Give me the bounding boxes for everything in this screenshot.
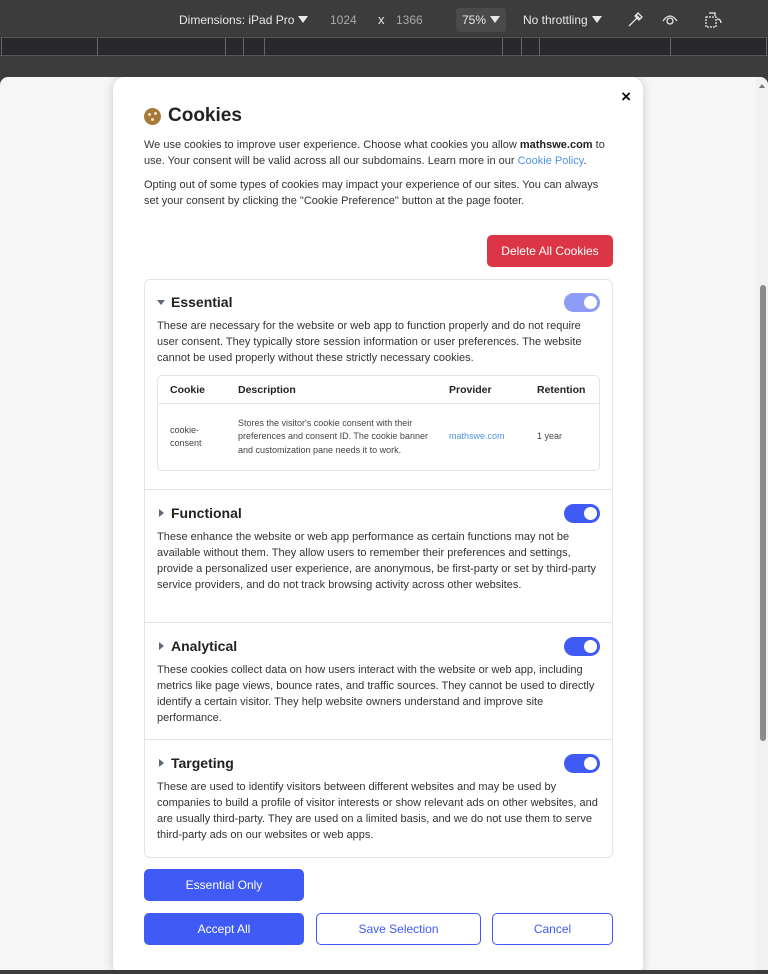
category-description: These are necessary for the website or w… — [157, 320, 582, 364]
category-functional: Functional These enhance the website or … — [145, 490, 612, 623]
column-header-provider: Provider — [449, 383, 492, 396]
width-input[interactable]: 1024 — [330, 0, 357, 37]
category-description: These are used to identify visitors betw… — [157, 781, 598, 841]
category-analytical: Analytical These cookies collect data on… — [145, 623, 612, 740]
category-header-targeting[interactable]: Targeting — [157, 751, 600, 775]
devtools-bottom-border — [0, 970, 768, 974]
times-sign: x — [378, 12, 385, 27]
device-viewport: × Cookies We use cookies to improve user… — [0, 77, 768, 970]
modal-title: Cookies — [144, 105, 242, 127]
toggle-essential[interactable] — [564, 293, 600, 312]
zoom-label: 75% — [462, 13, 487, 27]
page-scrollbar[interactable] — [756, 77, 768, 970]
column-header-description: Description — [238, 383, 296, 396]
intro-paragraph-2: Opting out of some types of cookies may … — [144, 179, 599, 207]
intro-text: We use cookies to improve user experienc… — [144, 137, 614, 209]
category-name: Functional — [171, 505, 242, 521]
category-header-functional[interactable]: Functional — [157, 501, 600, 525]
cell-retention: 1 year — [537, 431, 563, 442]
cell-description: Stores the visitor's cookie consent with… — [238, 417, 428, 455]
accept-all-button[interactable]: Accept All — [144, 913, 304, 945]
cell-cookie: cookie-consent — [170, 424, 202, 449]
category-description: These cookies collect data on how users … — [157, 664, 595, 724]
caret-right-icon — [159, 642, 164, 650]
intro-text-part: . — [583, 155, 587, 167]
toggle-analytical[interactable] — [564, 637, 600, 656]
toggle-targeting[interactable] — [564, 754, 600, 773]
dropdown-arrow-icon — [490, 16, 501, 23]
modal-title-text: Cookies — [168, 105, 242, 126]
intro-paragraph-1: We use cookies to improve user experienc… — [144, 137, 614, 169]
dimensions-label: Dimensions: iPad Pro — [179, 13, 295, 27]
throttling-label: No throttling — [523, 13, 588, 27]
cookie-policy-link[interactable]: Cookie Policy — [518, 155, 584, 167]
category-header-essential[interactable]: Essential — [157, 290, 600, 314]
dropdown-arrow-icon — [298, 16, 309, 23]
cookie-preferences-modal: × Cookies We use cookies to improve user… — [113, 77, 643, 970]
scroll-up-arrow-icon[interactable] — [759, 84, 765, 88]
media-query-ruler[interactable] — [0, 37, 768, 56]
category-description: These enhance the website or web app per… — [157, 531, 596, 591]
category-name: Targeting — [171, 755, 234, 771]
cookie-categories-panel: Essential These are necessary for the we… — [144, 279, 613, 858]
table-header: Cookie Description Provider Retention — [158, 376, 599, 404]
category-essential: Essential These are necessary for the we… — [145, 280, 612, 490]
device-toolbar: Dimensions: iPad Pro 1024 x 1366 75% No … — [0, 0, 768, 37]
intro-text-part: We use cookies to improve user experienc… — [144, 139, 520, 151]
cookie-table: Cookie Description Provider Retention co… — [157, 375, 600, 471]
vision-deficiency-icon[interactable] — [661, 11, 679, 27]
dropdown-arrow-icon — [591, 16, 602, 23]
delete-all-cookies-button[interactable]: Delete All Cookies — [487, 235, 613, 267]
throttling-select[interactable]: No throttling — [523, 0, 602, 37]
dimensions-select[interactable]: Dimensions: iPad Pro — [179, 0, 309, 37]
close-button[interactable]: × — [621, 87, 631, 107]
height-input[interactable]: 1366 — [396, 0, 423, 37]
toggle-functional[interactable] — [564, 504, 600, 523]
cancel-button[interactable]: Cancel — [492, 913, 613, 945]
domain-name: mathswe.com — [519, 139, 593, 151]
caret-right-icon — [159, 509, 164, 517]
cookie-icon — [144, 107, 161, 125]
category-targeting: Targeting These are used to identify vis… — [145, 740, 612, 857]
save-selection-button[interactable]: Save Selection — [316, 913, 481, 945]
caret-right-icon — [159, 759, 164, 767]
category-name: Essential — [171, 294, 233, 310]
caret-down-icon — [157, 299, 165, 305]
column-header-retention: Retention — [537, 383, 586, 396]
category-header-analytical[interactable]: Analytical — [157, 634, 600, 658]
category-name: Analytical — [171, 638, 238, 654]
zoom-select[interactable]: 75% — [456, 8, 507, 32]
rotate-device-icon[interactable] — [704, 11, 724, 28]
column-header-cookie: Cookie — [170, 383, 206, 396]
eyedropper-icon[interactable] — [626, 11, 644, 27]
essential-only-button[interactable]: Essential Only — [144, 869, 304, 901]
cell-provider-link[interactable]: mathswe.com — [449, 430, 537, 444]
scrollbar-thumb[interactable] — [760, 285, 766, 741]
table-row: cookie-consent Stores the visitor's cook… — [158, 404, 599, 470]
